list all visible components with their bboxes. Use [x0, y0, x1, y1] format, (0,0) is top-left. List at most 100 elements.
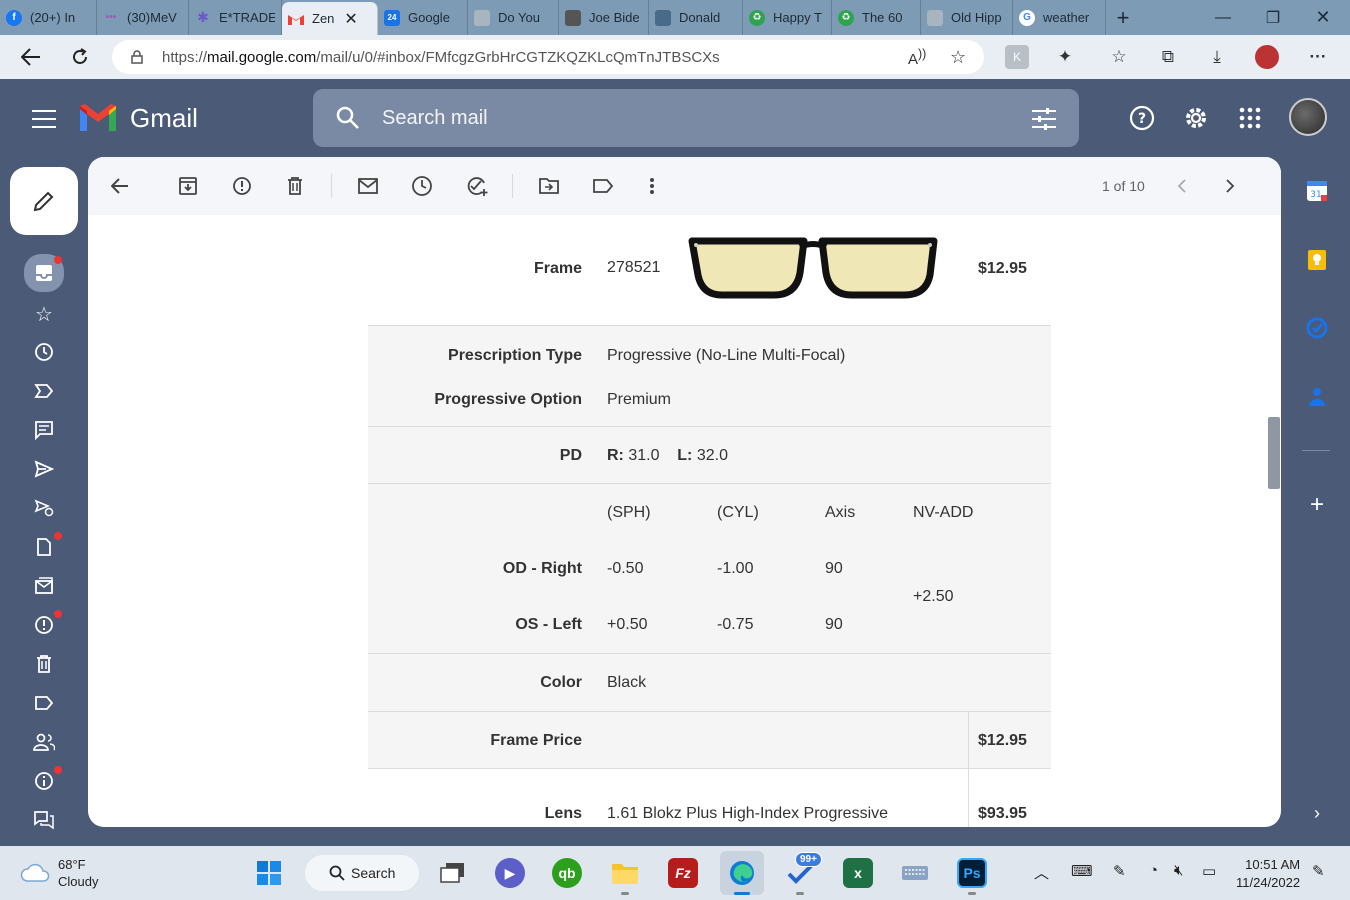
- forum-icon: [34, 811, 54, 830]
- show-hidden-icons-chevron[interactable]: ︿: [1034, 862, 1049, 883]
- labels-icon[interactable]: [591, 174, 615, 198]
- google-contacts-icon[interactable]: [1300, 380, 1334, 414]
- sidebar-item-chats[interactable]: [24, 413, 64, 447]
- get-addons-icon[interactable]: +: [1300, 488, 1334, 522]
- new-tab-button[interactable]: +: [1106, 5, 1140, 31]
- browser-tab[interactable]: Do You: [468, 0, 559, 35]
- show-side-panel-icon[interactable]: ›: [1300, 796, 1334, 830]
- browser-tab[interactable]: ✱ E*TRADE: [189, 0, 282, 35]
- back-icon[interactable]: [16, 43, 46, 71]
- sidebar-item-drafts[interactable]: [24, 530, 64, 564]
- extensions-puzzle-icon[interactable]: ✦: [1053, 45, 1077, 69]
- settings-gear-icon[interactable]: [1181, 103, 1211, 133]
- back-to-inbox-icon[interactable]: [108, 174, 132, 198]
- browser-tab[interactable]: Donald: [649, 0, 743, 35]
- filezilla-icon[interactable]: Fz: [668, 858, 698, 888]
- todo-app-icon[interactable]: 99+: [785, 852, 822, 888]
- report-spam-icon[interactable]: [230, 174, 254, 198]
- file-explorer-icon[interactable]: [610, 858, 640, 888]
- speaker-muted-icon[interactable]: 🔇︎: [1174, 862, 1183, 879]
- sidebar-item-trash[interactable]: [24, 647, 64, 681]
- google-calendar-icon[interactable]: 31: [1300, 174, 1334, 208]
- system-clock[interactable]: 10:51 AM 11/24/2022: [1236, 856, 1300, 892]
- apps-grid-icon[interactable]: [1235, 103, 1265, 133]
- start-windows-icon[interactable]: [254, 858, 284, 888]
- browser-tab[interactable]: ♻ The 60: [832, 0, 921, 35]
- excel-icon[interactable]: x: [843, 858, 873, 888]
- collections-icon[interactable]: ⧉: [1156, 45, 1180, 69]
- label-icon: [35, 696, 54, 710]
- older-chevron-icon[interactable]: [1218, 174, 1242, 198]
- sidebar-item-categories[interactable]: [24, 686, 64, 720]
- browser-tab[interactable]: G weather: [1013, 0, 1106, 35]
- help-icon[interactable]: ?: [1127, 103, 1157, 133]
- snooze-icon[interactable]: [410, 174, 434, 198]
- close-window-icon[interactable]: ✕: [1298, 0, 1348, 35]
- close-tab-icon[interactable]: ✕: [344, 9, 357, 29]
- sidebar-item-spam[interactable]: [24, 608, 64, 642]
- notifications-icon[interactable]: ✎: [1312, 862, 1325, 880]
- account-avatar[interactable]: [1289, 98, 1327, 136]
- move-to-icon[interactable]: [537, 174, 561, 198]
- browser-tab[interactable]: ♻ Happy T: [743, 0, 832, 35]
- sidebar-item-important[interactable]: [24, 374, 64, 408]
- compose-button[interactable]: [10, 167, 78, 235]
- lens-label: Lens: [544, 805, 582, 822]
- sidebar-item-scheduled[interactable]: [24, 491, 64, 525]
- read-aloud-icon[interactable]: A)): [908, 47, 926, 68]
- sidebar-item-snoozed[interactable]: [24, 335, 64, 369]
- edge-browser-icon[interactable]: [720, 851, 764, 895]
- browser-tab[interactable]: Joe Bide: [559, 0, 649, 35]
- pen-icon[interactable]: ✎: [1113, 862, 1126, 880]
- sidebar-item-inbox[interactable]: [24, 254, 64, 292]
- main-menu-icon[interactable]: [32, 110, 56, 128]
- search-icon[interactable]: [335, 105, 361, 131]
- browser-tab[interactable]: ••• (30)MeV: [97, 0, 189, 35]
- mark-unread-icon[interactable]: [356, 174, 380, 198]
- add-to-tasks-icon[interactable]: [465, 174, 489, 198]
- url-field[interactable]: https://mail.google.com/mail/u/0/#inbox/…: [112, 40, 984, 74]
- search-mail-box[interactable]: Search mail: [313, 89, 1079, 147]
- weather-widget[interactable]: 68°F Cloudy: [20, 856, 98, 890]
- extension-icon[interactable]: K: [1005, 45, 1029, 69]
- delete-icon[interactable]: [283, 174, 307, 198]
- more-icon[interactable]: ···: [1306, 45, 1330, 69]
- download-icon[interactable]: ⤓: [1205, 45, 1229, 69]
- wifi-icon[interactable]: ◔: [1149, 862, 1158, 879]
- browser-tab[interactable]: Old Hipp: [921, 0, 1013, 35]
- google-keep-icon[interactable]: [1300, 243, 1334, 277]
- battery-icon[interactable]: ▭: [1202, 862, 1216, 880]
- quickbooks-icon[interactable]: qb: [552, 858, 582, 888]
- taskbar-search[interactable]: Search: [305, 855, 419, 891]
- keyboard-app-icon[interactable]: [900, 858, 930, 888]
- task-view-icon[interactable]: [438, 858, 468, 888]
- google-tasks-icon[interactable]: [1300, 311, 1334, 345]
- browser-tab-active[interactable]: Zen ✕: [282, 2, 378, 35]
- pd-label: PD: [559, 447, 582, 464]
- refresh-icon[interactable]: [65, 43, 95, 71]
- favorites-icon[interactable]: ☆: [1107, 45, 1131, 69]
- photoshop-icon[interactable]: Ps: [957, 858, 987, 888]
- add-favorite-icon[interactable]: ☆: [950, 47, 966, 68]
- search-input[interactable]: Search mail: [382, 107, 488, 130]
- browser-tab[interactable]: 24 Google: [378, 0, 468, 35]
- newer-chevron-icon[interactable]: [1170, 174, 1194, 198]
- teams-chat-icon[interactable]: ▶: [495, 858, 525, 888]
- more-options-icon[interactable]: [640, 174, 664, 198]
- sidebar-item-updates[interactable]: [24, 764, 64, 798]
- sidebar-item-all-mail[interactable]: [24, 569, 64, 603]
- profile-avatar[interactable]: [1255, 45, 1279, 69]
- scrollbar-thumb[interactable]: [1268, 417, 1280, 489]
- sidebar-item-social[interactable]: [24, 725, 64, 759]
- sidebar-item-sent[interactable]: [24, 452, 64, 486]
- touch-keyboard-icon[interactable]: ⌨: [1071, 862, 1093, 880]
- archive-icon[interactable]: [176, 174, 200, 198]
- browser-tab[interactable]: f (20+) In: [0, 0, 97, 35]
- sidebar-item-starred[interactable]: ☆: [24, 297, 64, 331]
- rx-header-sph: (SPH): [607, 504, 651, 521]
- sidebar-item-forums[interactable]: [24, 803, 64, 837]
- minimize-icon[interactable]: —: [1198, 0, 1248, 35]
- scheduled-send-icon: [34, 499, 54, 517]
- restore-icon[interactable]: ❐: [1248, 0, 1298, 35]
- search-options-icon[interactable]: [1031, 107, 1057, 131]
